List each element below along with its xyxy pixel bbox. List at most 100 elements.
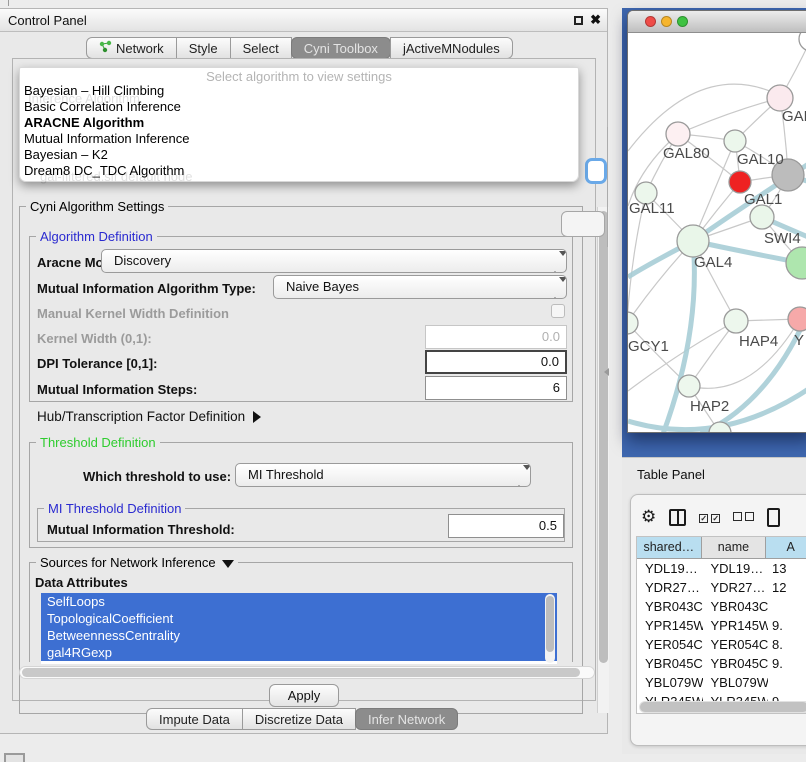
network-node[interactable]	[799, 33, 806, 51]
kernel-width-label: Kernel Width (0,1):	[37, 331, 152, 346]
hub-tf-label: Hub/Transcription Factor Definition	[37, 409, 245, 424]
node-label: HAP4	[739, 333, 778, 350]
stepper-icon	[515, 467, 525, 487]
tab-style[interactable]: Style	[176, 37, 231, 59]
table-row[interactable]: YDL19…YDL19…13	[637, 559, 806, 578]
algorithm-option[interactable]: Mutual Information Inference	[24, 131, 576, 147]
algorithm-definition-legend: Algorithm Definition	[36, 229, 157, 244]
table-row[interactable]: YLR345WYLR345W9.	[637, 692, 806, 701]
float-window-icon[interactable]	[574, 16, 583, 25]
attributes-scrollbar[interactable]	[545, 594, 555, 663]
panel-divider-handle[interactable]	[604, 368, 609, 376]
node-label: GAL	[782, 108, 806, 125]
apply-button[interactable]: Apply	[269, 684, 339, 707]
network-node-y[interactable]	[788, 307, 806, 331]
attribute-item[interactable]: BetweennessCentrality	[41, 627, 557, 644]
tab-select[interactable]: Select	[230, 37, 292, 59]
tab-label: Style	[189, 38, 218, 59]
table-row[interactable]: YDR27…YDR27…12	[637, 578, 806, 597]
tab-network[interactable]: Network	[86, 37, 177, 59]
algorithm-option[interactable]: ARACNE Algorithm	[24, 115, 576, 131]
gear-icon[interactable]: ⚙	[641, 507, 656, 527]
network-node-gal80[interactable]	[666, 122, 690, 146]
table-cell: YLR345W	[703, 692, 769, 701]
attribute-item[interactable]: TopologicalCoefficient	[41, 610, 557, 627]
tab-impute-data[interactable]: Impute Data	[146, 708, 243, 730]
mi-threshold-field[interactable]: 0.5	[448, 514, 564, 538]
table-row[interactable]: YPR145WYPR145W9.	[637, 616, 806, 635]
network-node-gal4[interactable]	[677, 225, 709, 257]
network-node-gal10[interactable]	[724, 130, 746, 152]
manual-kernel-checkbox[interactable]	[551, 304, 565, 318]
mi-type-combo[interactable]: Naive Bayes	[273, 275, 567, 299]
document-icon[interactable]	[767, 508, 780, 527]
network-node-hap4[interactable]	[724, 309, 748, 333]
column-header-name[interactable]: name	[702, 537, 767, 558]
table-cell: 13	[768, 559, 806, 578]
network-node-gcy1[interactable]	[628, 312, 638, 334]
table-row[interactable]: YBR045CYBR045C9.	[637, 654, 806, 673]
table-cell: YER054C	[703, 635, 769, 654]
algorithm-dropdown-popup: Inference Algorithm gal-filtered.sif def…	[19, 67, 579, 182]
network-canvas[interactable]: GALGAL80GAL10GAL1GAL11SWI4GAL4YHAP4GCY1H…	[628, 33, 806, 433]
table-cell: YDL19…	[703, 559, 769, 578]
mi-steps-field[interactable]: 6	[425, 376, 567, 400]
aracne-mode-combo[interactable]: Discovery	[101, 249, 567, 273]
table-cell: YBL079W	[703, 673, 769, 692]
column-header-partial[interactable]: A	[766, 537, 806, 558]
close-traffic-light-icon[interactable]	[645, 16, 656, 27]
table-row[interactable]: YER054CYER054C8.	[637, 635, 806, 654]
control-panel: Control Panel ✖ NetworkStyleSelectCyni T…	[0, 8, 608, 734]
tab-cyni-toolbox[interactable]: Cyni Toolbox	[291, 37, 391, 59]
algorithm-option[interactable]: Basic Correlation Inference	[24, 99, 576, 115]
sources-legend[interactable]: Sources for Network Inference	[36, 555, 238, 570]
zoom-traffic-light-icon[interactable]	[677, 16, 688, 27]
minimized-window-icon[interactable]	[4, 753, 25, 762]
tab-jactivemnodules[interactable]: jActiveMNodules	[390, 37, 513, 59]
table-combo-fragment[interactable]	[561, 211, 605, 237]
algorithm-option[interactable]: Bayesian – Hill Climbing	[24, 83, 576, 99]
network-window-titlebar[interactable]	[628, 11, 806, 33]
sources-title: Sources for Network Inference	[40, 555, 216, 570]
dpi-tolerance-field[interactable]: 0.0	[425, 350, 567, 374]
network-node-swi4[interactable]	[750, 205, 774, 229]
tab-discretize-data[interactable]: Discretize Data	[242, 708, 356, 730]
window-edge-tick	[8, 0, 9, 6]
network-node[interactable]	[786, 247, 806, 279]
unchecked-boxes-icon[interactable]	[733, 508, 754, 526]
node-label: GAL11	[629, 200, 675, 217]
table-cell: 9.	[768, 654, 806, 673]
settings-vertical-scrollbar[interactable]	[597, 207, 609, 713]
settings-horizontal-scrollbar[interactable]	[19, 666, 595, 679]
tab-label: Infer Network	[368, 709, 445, 730]
minimize-traffic-light-icon[interactable]	[661, 16, 672, 27]
which-threshold-combo[interactable]: MI Threshold	[235, 463, 531, 487]
table-horizontal-scrollbar[interactable]	[639, 701, 806, 713]
node-table[interactable]: shared… name A YDL19…YDL19…13YDR27…YDR27…	[636, 536, 806, 714]
attribute-item[interactable]: gal4RGexp	[41, 644, 557, 661]
data-attributes-list[interactable]: SelfLoopsTopologicalCoefficientBetweenne…	[41, 593, 557, 664]
mi-threshold-label: Mutual Information Threshold:	[47, 522, 235, 537]
node-label: Y	[794, 332, 804, 349]
tab-label: Impute Data	[159, 709, 230, 730]
column-header-shared-name[interactable]: shared…	[637, 537, 702, 558]
split-columns-icon[interactable]	[669, 509, 686, 526]
focused-combo-fragment[interactable]	[585, 158, 607, 184]
tab-infer-network[interactable]: Infer Network	[355, 708, 458, 730]
table-row[interactable]: YBR043CYBR043C	[637, 597, 806, 616]
network-node-gal1[interactable]	[729, 171, 751, 193]
network-node-hap2[interactable]	[678, 375, 700, 397]
table-cell: YDL19…	[637, 559, 703, 578]
attribute-item[interactable]: SelfLoops	[41, 593, 557, 610]
network-window[interactable]: GALGAL80GAL10GAL1GAL11SWI4GAL4YHAP4GCY1H…	[627, 10, 806, 433]
close-icon[interactable]: ✖	[590, 12, 601, 28]
node-label: GAL4	[694, 254, 732, 271]
hub-tf-definition-toggle[interactable]: Hub/Transcription Factor Definition	[37, 409, 261, 424]
table-row[interactable]: YBL079WYBL079W	[637, 673, 806, 692]
algorithm-option[interactable]: Dream8 DC_TDC Algorithm	[24, 163, 576, 179]
kernel-width-field[interactable]: 0.0	[425, 325, 567, 349]
mi-steps-label: Mutual Information Steps:	[37, 382, 197, 397]
algorithm-option[interactable]: Bayesian – K2	[24, 147, 576, 163]
checked-boxes-icon[interactable]: ✓✓	[699, 508, 720, 526]
table-cell: YER054C	[637, 635, 703, 654]
